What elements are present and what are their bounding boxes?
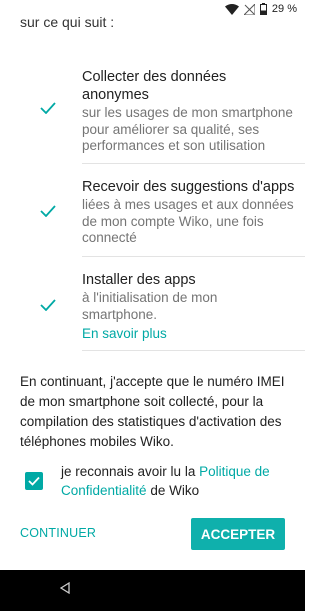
learn-more-link[interactable]: En savoir plus [82,325,295,343]
consent-row[interactable]: je reconnais avoir lu la Politique de Co… [0,462,305,502]
divider [82,350,305,351]
feature-title: Recevoir des suggestions d'apps [82,179,295,195]
intro-text: sur ce qui suit : [20,14,115,30]
back-icon[interactable] [60,582,70,594]
feature-texts: Installer des apps à l'initialisation de… [82,271,295,343]
battery-icon [259,3,267,15]
imei-notice: En continuant, j'accepte que le numéro I… [20,374,285,449]
wifi-icon [224,3,239,15]
feature-description: à l'initialisation de mon smartphone. [82,290,218,322]
check-icon [40,102,56,114]
divider [82,256,305,257]
continue-button[interactable]: CONTINUER [20,526,96,540]
consent-text-after: de Wiko [146,483,200,498]
no-signal-icon [243,3,255,15]
check-icon [40,299,56,311]
check-icon [40,205,56,217]
feature-description: liées à mes usages et aux données de mon… [82,197,294,245]
feature-description: sur les usages de mon smartphone pour am… [82,105,293,153]
feature-texts: Recevoir des suggestions d'apps liées à … [82,178,295,247]
battery-percent: 29 % [271,3,297,15]
consent-text: je reconnais avoir lu la Politique de Co… [61,462,285,500]
divider [82,163,305,164]
navigation-bar [0,570,305,611]
feature-texts: Collecter des données anonymes sur les u… [82,68,295,155]
status-icons: 29 % [224,2,297,16]
consent-text-before: je reconnais avoir lu la [61,464,200,479]
consent-checkbox[interactable] [25,472,43,490]
feature-title: Installer des apps [82,272,196,288]
feature-title: Collecter des données anonymes [82,69,227,103]
accept-button[interactable]: ACCEPTER [191,518,285,550]
checkbox-check-icon [28,476,40,486]
